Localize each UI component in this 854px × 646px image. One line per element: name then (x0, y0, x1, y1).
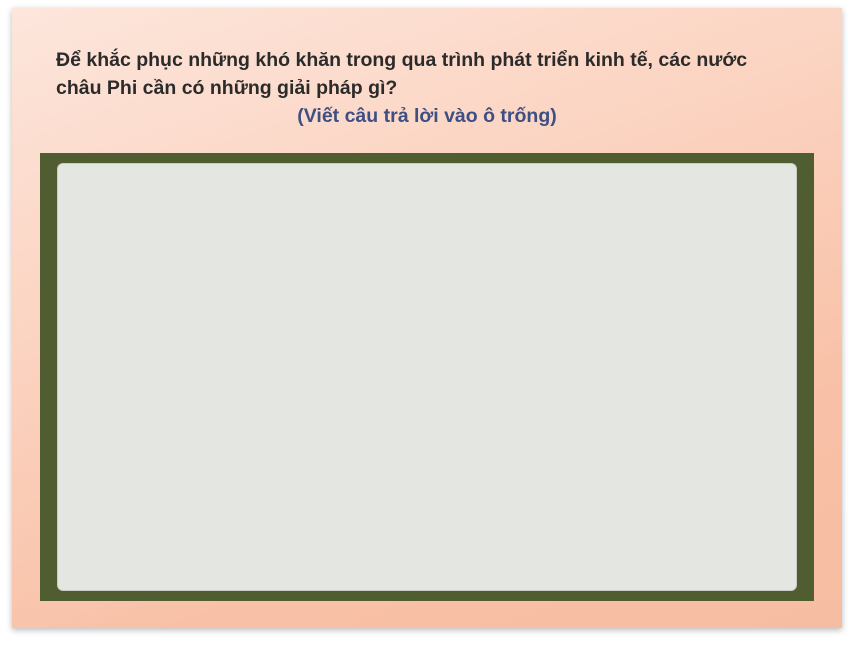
answer-frame (40, 153, 814, 601)
answer-textarea[interactable] (57, 163, 797, 591)
question-text: Để khắc phục những khó khăn trong qua tr… (56, 49, 748, 99)
answer-instruction: (Viết câu trả lời vào ô trống) (297, 105, 557, 127)
question-card: Để khắc phục những khó khăn trong qua tr… (12, 8, 842, 628)
